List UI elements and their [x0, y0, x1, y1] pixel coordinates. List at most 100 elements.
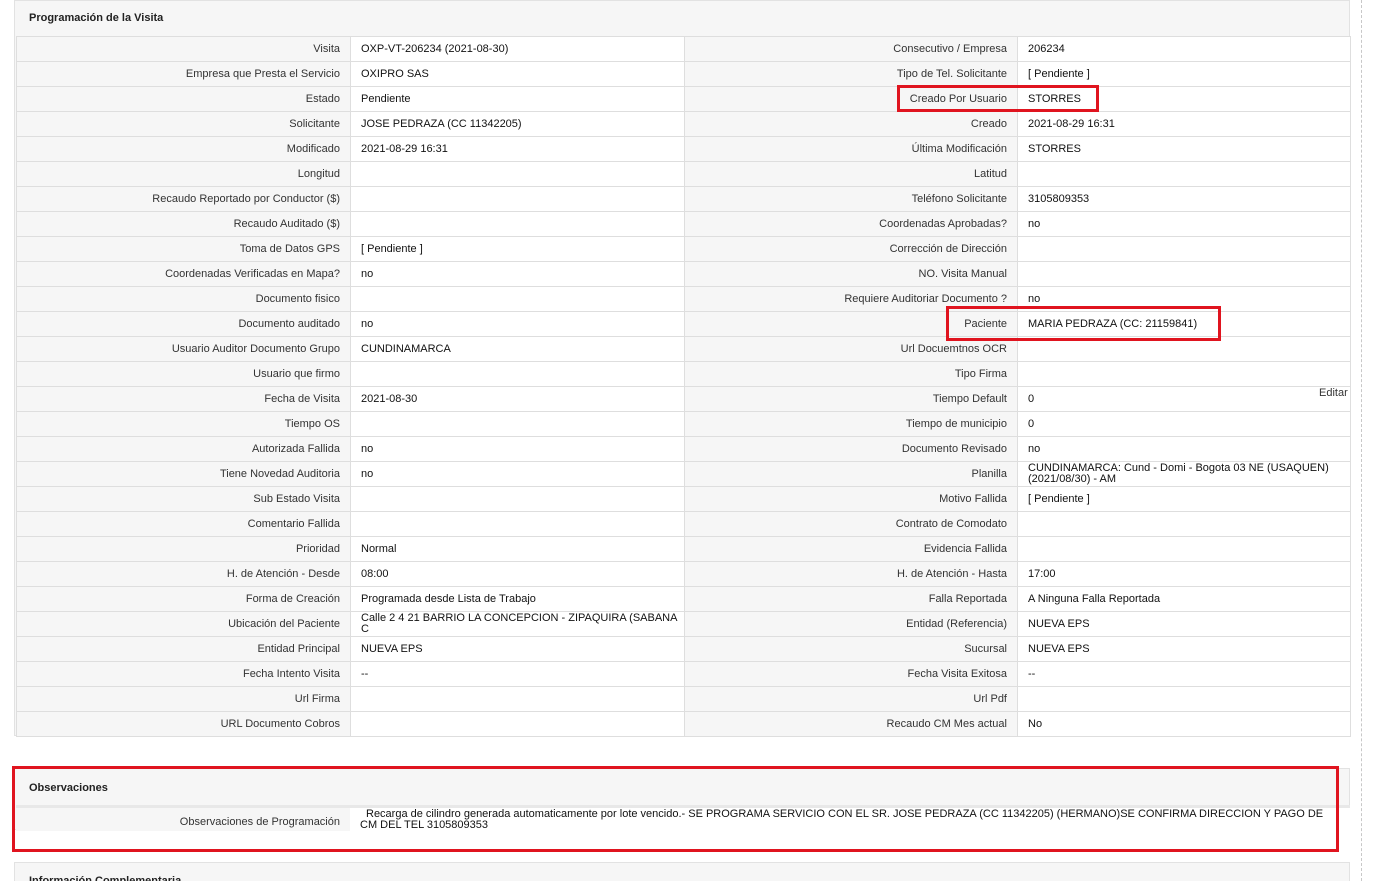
field-value: Pendiente — [350, 86, 685, 112]
field-label: Estado — [16, 86, 351, 112]
table-row: Prioridad Normal Evidencia Fallida — [16, 536, 1351, 562]
field-label: NO. Visita Manual — [684, 261, 1018, 287]
field-label: Tiempo OS — [16, 411, 351, 437]
field-value: Programada desde Lista de Trabajo — [350, 586, 685, 612]
field-value — [1017, 161, 1351, 187]
field-value — [350, 286, 685, 312]
field-value: -- — [1017, 661, 1351, 687]
table-row: Tiene Novedad Auditoria no Planilla CUNDIN… — [16, 461, 1351, 487]
field-label: Creado — [684, 111, 1018, 137]
field-value — [1017, 686, 1351, 712]
field-value: 3105809353 — [1017, 186, 1351, 212]
field-label: Documento auditado — [16, 311, 351, 337]
field-label: Fecha Visita Exitosa — [684, 661, 1018, 687]
table-row: Visita OXP-VT-206234 (2021-08-30) Consecut… — [16, 36, 1351, 62]
field-value — [350, 211, 685, 237]
programacion-panel: Programación de la Visita Visita OXP-VT-2… — [14, 0, 1351, 737]
field-value — [350, 511, 685, 537]
field-label: Prioridad — [16, 536, 351, 562]
field-label: URL Documento Cobros — [16, 711, 351, 737]
field-value: 206234 — [1017, 36, 1351, 62]
table-row: Entidad Principal NUEVA EPS Sucursal NUEVA … — [16, 636, 1351, 662]
field-value: no — [350, 436, 685, 462]
field-value — [1017, 236, 1351, 262]
field-value: OXP-VT-206234 (2021-08-30) — [350, 36, 685, 62]
field-label: Entidad Principal — [16, 636, 351, 662]
field-label: Url Firma — [16, 686, 351, 712]
field-value — [1017, 361, 1351, 387]
field-label: Motivo Fallida — [684, 486, 1018, 512]
highlight-creado-por-usuario — [897, 85, 1099, 112]
field-label: Entidad (Referencia) — [684, 611, 1018, 637]
field-label: Planilla — [684, 461, 1018, 487]
field-label: H. de Atención - Hasta — [684, 561, 1018, 587]
table-row: Fecha de Visita 2021-08-30 Tiempo Default… — [16, 386, 1351, 412]
field-value: no — [350, 311, 685, 337]
field-label: Longitud — [16, 161, 351, 187]
field-value — [350, 186, 685, 212]
field-label: Tiempo Default — [684, 386, 1018, 412]
field-value: 2021-08-30 — [350, 386, 685, 412]
highlight-paciente — [946, 306, 1221, 341]
field-value: no — [1017, 211, 1351, 237]
field-value — [350, 486, 685, 512]
field-value: no — [350, 461, 685, 487]
field-label: Sucursal — [684, 636, 1018, 662]
field-value — [350, 711, 685, 737]
field-value: no — [1017, 436, 1351, 462]
table-row: Solicitante JOSE PEDRAZA (CC 11342205) Cre… — [16, 111, 1351, 137]
programacion-table: Visita OXP-VT-206234 (2021-08-30) Consecut… — [16, 36, 1351, 737]
field-label: Ubicación del Paciente — [16, 611, 351, 637]
field-label: Coordenadas Verificadas en Mapa? — [16, 261, 351, 287]
field-label: Solicitante — [16, 111, 351, 137]
field-label: Recaudo CM Mes actual — [684, 711, 1018, 737]
field-label: Tiene Novedad Auditoria — [16, 461, 351, 487]
field-value: [ Pendiente ] — [350, 236, 685, 262]
table-row: Modificado 2021-08-29 16:31 Última Modific… — [16, 136, 1351, 162]
field-value: 2021-08-29 16:31 — [350, 136, 685, 162]
field-value: [ Pendiente ] — [1017, 486, 1351, 512]
field-label: Visita — [16, 36, 351, 62]
field-label: Forma de Creación — [16, 586, 351, 612]
field-value: [ Pendiente ] — [1017, 61, 1351, 87]
field-label: H. de Atención - Desde — [16, 561, 351, 587]
table-row: Fecha Intento Visita -- Fecha Visita Exit… — [16, 661, 1351, 687]
table-row: Tiempo OS Tiempo de municipio 0 — [16, 411, 1351, 437]
field-label: Tipo de Tel. Solicitante — [684, 61, 1018, 87]
field-label: Modificado — [16, 136, 351, 162]
field-label: Tipo Firma — [684, 361, 1018, 387]
table-row: Coordenadas Verificadas en Mapa? no NO. V… — [16, 261, 1351, 287]
edit-link[interactable]: Editar — [1319, 387, 1348, 399]
field-value: 0 — [1017, 386, 1351, 412]
table-row: Recaudo Auditado ($) Coordenadas Aprobada… — [16, 211, 1351, 237]
field-value: 17:00 — [1017, 561, 1351, 587]
field-value: -- — [350, 661, 685, 687]
field-value: Calle 2 4 21 BARRIO LA CONCEPCION - ZIPA… — [350, 611, 685, 637]
field-label: Toma de Datos GPS — [16, 236, 351, 262]
complementaria-title: Información Complementaria — [29, 875, 182, 881]
table-row: Autorizada Fallida no Documento Revisado … — [16, 436, 1351, 462]
field-label: Latitud — [684, 161, 1018, 187]
field-value: No — [1017, 711, 1351, 737]
table-row: Longitud Latitud — [16, 161, 1351, 187]
field-value: STORRES — [1017, 136, 1351, 162]
field-label: Última Modificación — [684, 136, 1018, 162]
field-label: Autorizada Fallida — [16, 436, 351, 462]
field-label: Tiempo de municipio — [684, 411, 1018, 437]
field-value — [350, 161, 685, 187]
programacion-title: Programación de la Visita — [29, 12, 164, 24]
field-value: no — [350, 261, 685, 287]
field-value — [1017, 261, 1351, 287]
field-label: Recaudo Auditado ($) — [16, 211, 351, 237]
field-value: CUNDINAMARCA: Cund - Domi - Bogota 03 NE… — [1017, 461, 1351, 487]
field-label: Contrato de Comodato — [684, 511, 1018, 537]
field-value: OXIPRO SAS — [350, 61, 685, 87]
field-label: Comentario Fallida — [16, 511, 351, 537]
field-value — [350, 411, 685, 437]
field-label: Coordenadas Aprobadas? — [684, 211, 1018, 237]
table-row: Toma de Datos GPS[ Pendiente ] Corrección… — [16, 236, 1351, 262]
field-label: Falla Reportada — [684, 586, 1018, 612]
field-value — [350, 686, 685, 712]
field-label: Fecha de Visita — [16, 386, 351, 412]
field-label: Usuario que firmo — [16, 361, 351, 387]
